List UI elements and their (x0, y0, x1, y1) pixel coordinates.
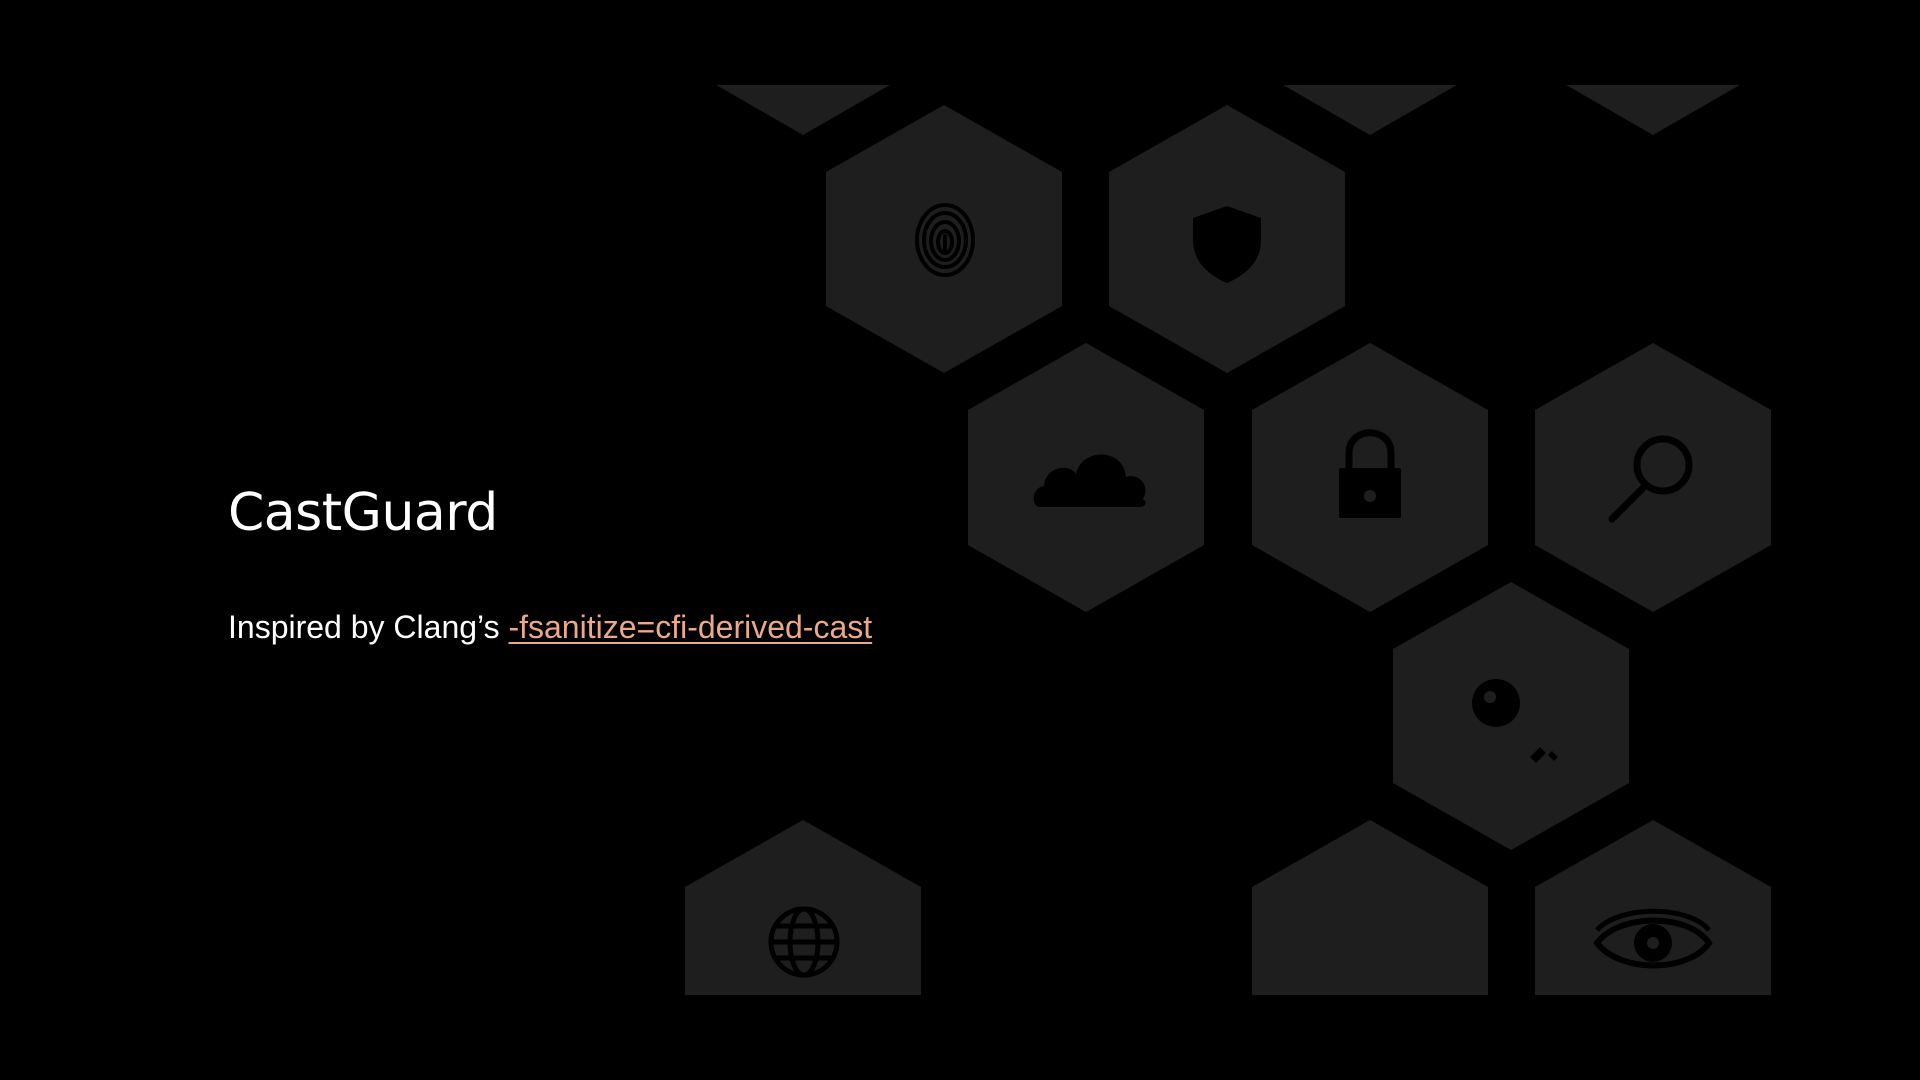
hexagon-top-2 (1283, 85, 1457, 135)
slide-title: CastGuard (228, 483, 498, 543)
hexagon-top-1 (716, 85, 890, 135)
hexagon-globe (685, 820, 921, 995)
slide: CastGuard Inspired by Clang’s -fsanitize… (0, 0, 1920, 1080)
slide-subtitle: Inspired by Clang’s -fsanitize=cfi-deriv… (228, 608, 872, 646)
hexagon-empty (1252, 820, 1488, 995)
hexagon-top-3 (1566, 85, 1740, 135)
subtitle-text: Inspired by Clang’s (228, 609, 509, 645)
sanitizer-link[interactable]: -fsanitize=cfi-derived-cast (508, 609, 872, 645)
hexagon-magnifier (1535, 343, 1771, 612)
